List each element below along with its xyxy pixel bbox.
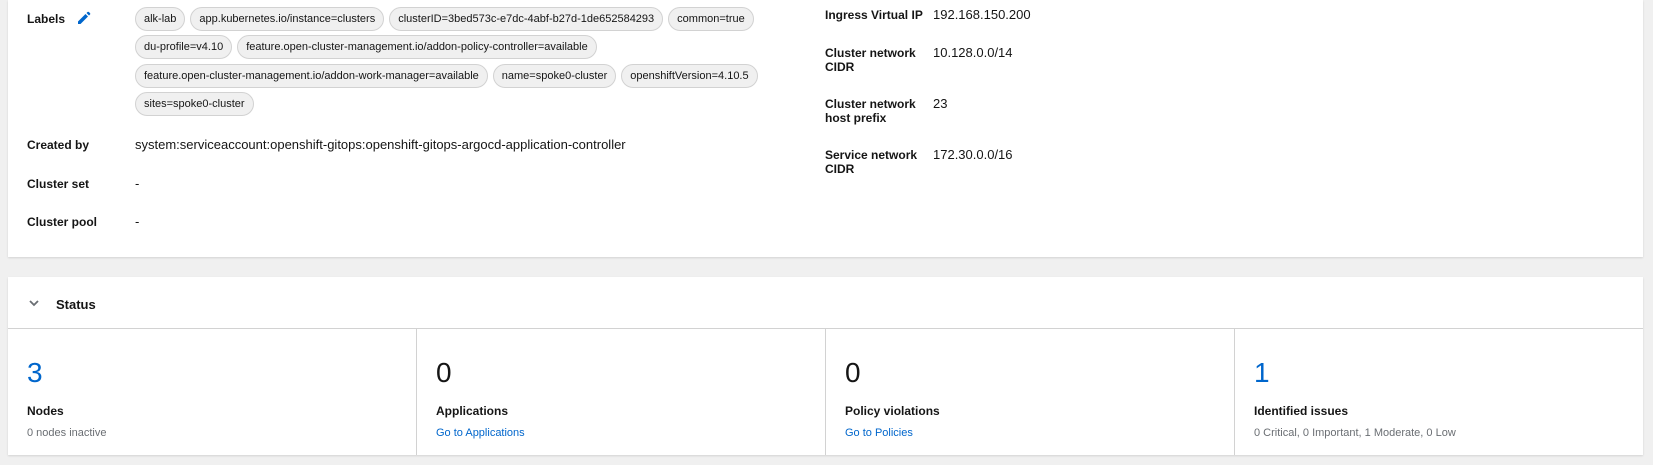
policy-violations-card-title: Policy violations bbox=[845, 404, 940, 418]
go-to-policies-link[interactable]: Go to Policies bbox=[845, 427, 913, 439]
edit-pencil-icon[interactable] bbox=[76, 10, 92, 26]
host-prefix-term-line1: Cluster network bbox=[825, 97, 916, 111]
label-chip: alk-lab bbox=[135, 7, 186, 31]
identified-issues-count-link[interactable]: 1 bbox=[1254, 357, 1270, 389]
cluster-cidr-term-line2: CIDR bbox=[825, 60, 855, 74]
label-chip: clusterID=3bed573c-e7dc-4abf-b27d-1de652… bbox=[389, 7, 664, 31]
applications-count: 0 bbox=[436, 357, 452, 388]
identified-issues-card-title: Identified issues bbox=[1254, 404, 1349, 418]
label-chip: du-profile=v4.10 bbox=[135, 35, 233, 59]
cluster-set-value: - bbox=[135, 176, 140, 191]
service-cidr-term-line2: CIDR bbox=[825, 162, 855, 176]
cluster-pool-value: - bbox=[135, 214, 140, 229]
cluster-details-panel: Labels alk-lab app.kubernetes.io/instanc… bbox=[8, 0, 1643, 257]
label-chip: sites=spoke0-cluster bbox=[135, 92, 254, 116]
issues-breakdown-text: 0 Critical, 0 Important, 1 Moderate, 0 L… bbox=[1254, 427, 1456, 439]
label-chip: feature.open-cluster-management.io/addon… bbox=[135, 64, 488, 88]
host-prefix-value: 23 bbox=[933, 96, 948, 111]
go-to-applications-link[interactable]: Go to Applications bbox=[436, 427, 525, 439]
service-cidr-term-line1: Service network bbox=[825, 148, 918, 162]
applications-card-title: Applications bbox=[436, 404, 509, 418]
labels-row-4: sites=spoke0-cluster bbox=[135, 92, 254, 116]
host-prefix-term-line2: host prefix bbox=[825, 111, 887, 125]
policy-violations-count: 0 bbox=[845, 357, 861, 388]
created-by-value: system:serviceaccount:openshift-gitops:o… bbox=[135, 137, 626, 152]
nodes-inactive-text: 0 nodes inactive bbox=[27, 427, 107, 439]
ingress-vip-value: 192.168.150.200 bbox=[933, 7, 1031, 22]
cluster-cidr-term-line1: Cluster network bbox=[825, 46, 916, 60]
identified-issues-card: 1 Identified issues 0 Critical, 0 Import… bbox=[1235, 329, 1643, 455]
label-chip: openshiftVersion=4.10.5 bbox=[621, 64, 758, 88]
label-chip: common=true bbox=[668, 7, 754, 31]
policy-violations-card: 0 Policy violations Go to Policies bbox=[826, 329, 1235, 455]
labels-row-3: feature.open-cluster-management.io/addon… bbox=[135, 64, 758, 88]
label-chip: name=spoke0-cluster bbox=[492, 64, 617, 88]
label-chip: feature.open-cluster-management.io/addon… bbox=[237, 35, 597, 59]
status-title: Status bbox=[56, 297, 96, 312]
labels-term: Labels bbox=[27, 12, 66, 26]
labels-row-2: du-profile=v4.10 feature.open-cluster-ma… bbox=[135, 35, 597, 59]
nodes-card-title: Nodes bbox=[27, 404, 64, 418]
status-header[interactable]: Status bbox=[8, 277, 1643, 329]
applications-card: 0 Applications Go to Applications bbox=[417, 329, 826, 455]
cluster-set-term: Cluster set bbox=[27, 177, 90, 191]
ingress-vip-term: Ingress Virtual IP bbox=[825, 8, 923, 22]
created-by-term: Created by bbox=[27, 138, 90, 152]
labels-row-1: alk-lab app.kubernetes.io/instance=clust… bbox=[135, 7, 754, 31]
label-chip: app.kubernetes.io/instance=clusters bbox=[190, 7, 385, 31]
cluster-cidr-value: 10.128.0.0/14 bbox=[933, 45, 1013, 60]
cluster-pool-term: Cluster pool bbox=[27, 215, 98, 229]
chevron-down-icon[interactable] bbox=[27, 296, 41, 310]
nodes-card: 3 Nodes 0 nodes inactive bbox=[8, 329, 417, 455]
status-panel: Status 3 Nodes 0 nodes inactive 0 Applic… bbox=[8, 277, 1643, 455]
nodes-count-link[interactable]: 3 bbox=[27, 357, 43, 389]
service-cidr-value: 172.30.0.0/16 bbox=[933, 147, 1013, 162]
